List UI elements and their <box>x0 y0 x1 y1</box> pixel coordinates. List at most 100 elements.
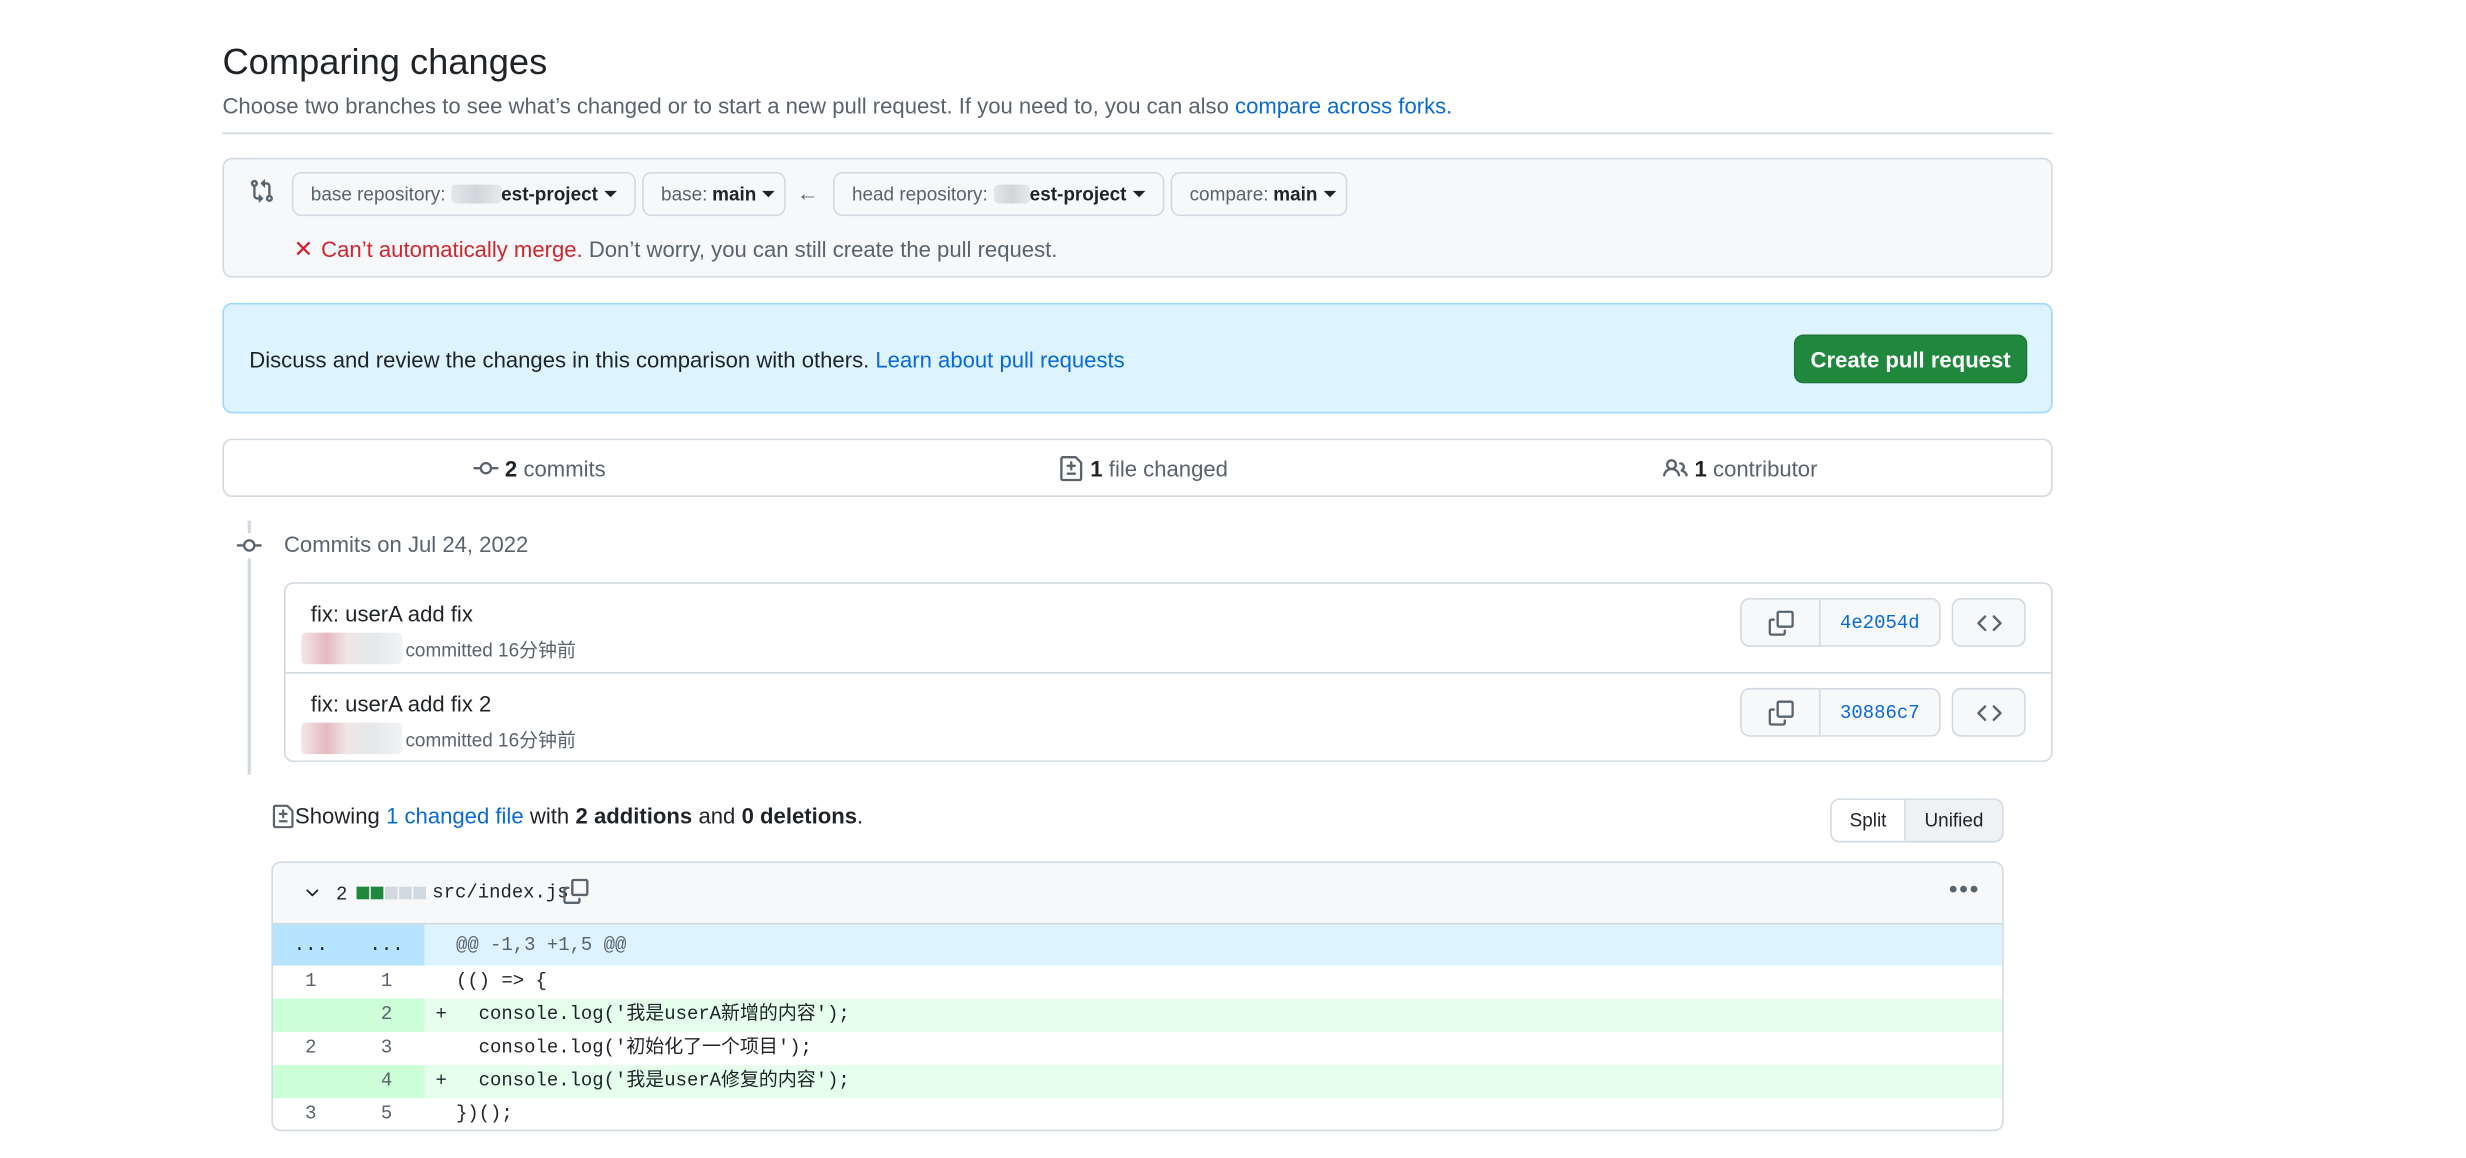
code-line: console.log('初始化了一个项目'); <box>455 1036 812 1059</box>
expand-up-button[interactable]: ... <box>272 924 349 966</box>
create-pull-request-button[interactable]: Create pull request <box>1793 334 2028 384</box>
merge-status-note: Don’t worry, you can still create the pu… <box>588 236 1058 262</box>
base-repository-select[interactable]: base repository: est-project <box>291 171 636 217</box>
code-icon <box>1976 614 2001 631</box>
copy-sha-button[interactable] <box>1740 687 1821 737</box>
commit-title-link[interactable]: fix: userA add fix <box>311 601 473 626</box>
old-line-number[interactable] <box>272 998 349 1032</box>
banner-text: Discuss and review the changes in this c… <box>249 347 1124 372</box>
x-icon: ✕ <box>293 236 314 264</box>
browse-repository-button[interactable] <box>1951 597 2026 647</box>
base-branch-select[interactable]: base: main <box>642 171 786 217</box>
diffstat-neutral-block <box>384 886 398 900</box>
diff-line-added: 4 + console.log('我是userA修复的内容'); <box>272 1064 2003 1099</box>
diff-marker: + <box>435 1069 447 1092</box>
code-icon <box>1976 704 2001 721</box>
git-commit-icon <box>473 461 499 475</box>
old-line-number[interactable]: 3 <box>273 1098 349 1130</box>
commit-sha-group: 30886c7 <box>1740 687 1941 737</box>
new-line-number[interactable]: 5 <box>349 1098 425 1130</box>
hunk-header: @@ -1,3 +1,5 @@ <box>455 933 627 957</box>
head-repository-label: head repository: <box>851 183 988 206</box>
redacted-owner <box>451 184 502 204</box>
diff-view-toggle: Split Unified <box>1830 798 2004 843</box>
commits-label: commits <box>523 455 606 482</box>
commit-list: fix: userA add fix committed 16分钟前 4e205… <box>283 582 2053 763</box>
new-line-number[interactable]: 4 <box>348 1064 425 1099</box>
commits-count: 2 <box>504 455 518 482</box>
contributors-tab[interactable]: 1 contributor <box>1662 455 1818 482</box>
avatar[interactable] <box>301 632 403 665</box>
redacted-owner <box>994 184 1030 204</box>
split-view-button[interactable]: Split <box>1830 798 1906 843</box>
git-compare-icon <box>250 179 273 203</box>
unified-view-button[interactable]: Unified <box>1905 798 2004 843</box>
kebab-horizontal-icon[interactable]: ••• <box>1949 877 1980 905</box>
copy-icon <box>1767 699 1794 725</box>
header-divider <box>222 132 2053 135</box>
files-count: 1 <box>1090 455 1103 482</box>
commits-tab[interactable]: 2 commits <box>473 455 606 482</box>
commit-meta: committed 16分钟前 <box>301 722 576 755</box>
caret-down-icon <box>1323 190 1337 198</box>
compare-across-forks-link[interactable]: compare across forks. <box>1235 93 1452 118</box>
commit-sha-group: 4e2054d <box>1740 597 1941 647</box>
diff-marker: + <box>435 1003 447 1026</box>
file-header: 2 src/index.js ••• <box>272 863 2003 925</box>
chevron-down-icon[interactable] <box>303 884 322 903</box>
base-repository-value: est-project <box>501 183 598 206</box>
files-changed-tab[interactable]: 1 file changed <box>1059 455 1228 482</box>
commits-date-heading: Commits on Jul 24, 2022 <box>283 531 529 557</box>
avatar[interactable] <box>301 722 403 755</box>
additions-count: 2 additions <box>575 803 693 829</box>
copy-icon[interactable] <box>563 878 589 905</box>
file-diff-icon <box>1060 455 1083 482</box>
hunk-header-row: ... ... @@ -1,3 +1,5 @@ <box>272 924 2003 966</box>
merge-status: ✕ Can’t automatically merge. Don’t worry,… <box>293 235 1058 264</box>
changed-file-link[interactable]: 1 changed file <box>386 803 524 828</box>
diff-table: ... ... @@ -1,3 +1,5 @@ 1 1 (() => { 2 +… <box>272 924 2003 1130</box>
old-line-number[interactable] <box>272 1064 349 1099</box>
head-repository-select[interactable]: head repository: est-project <box>833 171 1165 217</box>
diff-line: 2 3 console.log('初始化了一个项目'); <box>273 1032 2002 1065</box>
diffstat-added-block <box>356 886 370 900</box>
commit-title-link[interactable]: fix: userA add fix 2 <box>311 691 491 716</box>
browse-repository-button[interactable] <box>1951 687 2026 737</box>
file-path-link[interactable]: src/index.js <box>432 882 568 904</box>
deletions-count: 0 deletions <box>741 803 858 829</box>
with-label: with <box>529 803 570 829</box>
new-line-number[interactable]: 3 <box>349 1032 425 1065</box>
diff-line: 3 5 })(); <box>273 1098 2002 1130</box>
old-line-number[interactable]: 1 <box>273 966 349 999</box>
subtitle-text: Choose two branches to see what’s change… <box>222 93 1229 119</box>
new-line-number[interactable]: 1 <box>349 966 425 999</box>
banner-description: Discuss and review the changes in this c… <box>249 347 870 373</box>
commit-sha-link[interactable]: 4e2054d <box>1820 597 1941 647</box>
code-line: console.log('我是userA新增的内容'); <box>455 1003 850 1026</box>
caret-down-icon <box>604 190 617 198</box>
arrow-left-icon: ← <box>796 179 819 206</box>
base-repository-label: base repository: <box>310 183 446 206</box>
compare-branch-select[interactable]: compare: main <box>1170 171 1348 217</box>
learn-about-pull-requests-link[interactable]: Learn about pull requests <box>875 347 1124 372</box>
expand-down-button[interactable]: ... <box>348 924 425 966</box>
and-label: and <box>698 803 736 829</box>
copy-sha-button[interactable] <box>1740 597 1821 647</box>
merge-status-error: Can’t automatically merge. <box>321 236 583 262</box>
git-commit-icon <box>236 533 262 559</box>
caret-down-icon <box>1132 190 1146 198</box>
diffstat-neutral-block <box>399 886 412 900</box>
diff-line-added: 2 + console.log('我是userA新增的内容'); <box>272 998 2003 1032</box>
code-line: console.log('我是userA修复的内容'); <box>455 1069 850 1092</box>
old-line-number[interactable]: 2 <box>273 1032 349 1065</box>
file-diff-icon <box>272 803 294 828</box>
diffstat-bar <box>356 886 426 900</box>
contributors-label: contributor <box>1713 455 1818 482</box>
diffstat-added-block <box>370 886 384 900</box>
commit-sha-link[interactable]: 30886c7 <box>1820 687 1941 737</box>
new-line-number[interactable]: 2 <box>348 998 425 1032</box>
page-title: Comparing changes <box>222 41 548 83</box>
diffstat-neutral-block <box>413 886 426 900</box>
copy-icon <box>1767 609 1794 636</box>
file-diff: 2 src/index.js ••• ... ... @@ -1,3 +1,5 … <box>271 861 2004 1132</box>
